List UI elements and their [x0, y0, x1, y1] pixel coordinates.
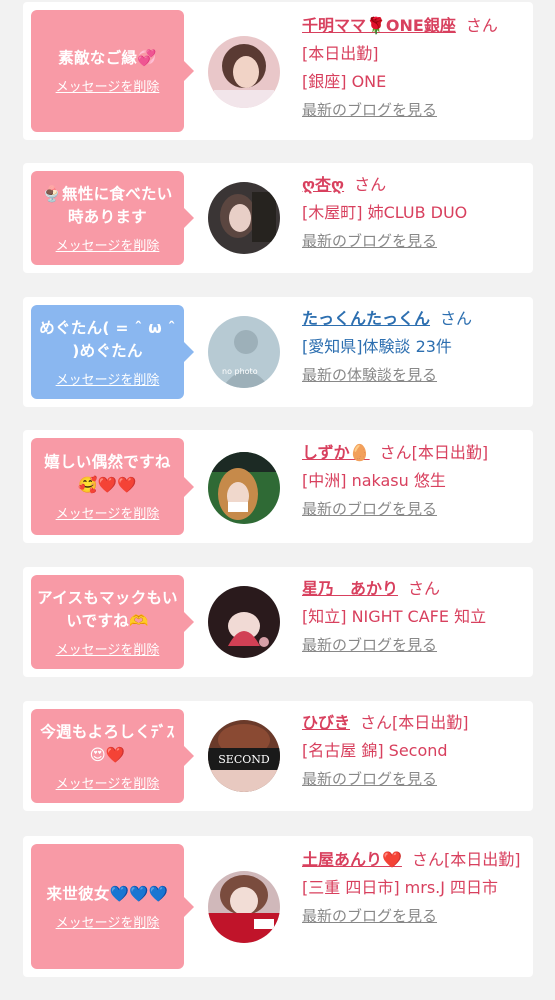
- latest-blog-link[interactable]: 最新のブログを見る: [302, 636, 437, 654]
- delete-message-link[interactable]: メッセージを削除: [56, 773, 160, 792]
- avatar[interactable]: [208, 586, 280, 658]
- work-status: [本日出勤]: [443, 850, 521, 869]
- message-bubble: めぐたん( = ˆ ω ˆ )めぐたん メッセージを削除: [31, 305, 194, 399]
- message-card: 素敵なご縁💞 メッセージを削除 千明ママ🌹ONE銀座 さん [本日出勤] [銀座]…: [23, 2, 533, 140]
- honorific: さん: [411, 850, 444, 869]
- message-card: 来世彼女💙💙💙 メッセージを削除 土屋あんり❤️ さん[本日出勤] [三重 四日市…: [23, 836, 533, 977]
- work-status: [本日出勤]: [411, 443, 489, 462]
- message-card: めぐたん( = ˆ ω ˆ )めぐたん メッセージを削除 no photo たっ…: [23, 297, 533, 407]
- user-name-link[interactable]: 土屋あんり❤️: [302, 850, 402, 869]
- honorific: さん: [465, 16, 498, 35]
- user-name-link[interactable]: 星乃 あかり: [302, 579, 398, 598]
- workplace-link[interactable]: [木屋町] 姉CLUB DUO: [302, 203, 467, 222]
- message-bubble: 今週もよろしくﾃﾞｽ😍❤️ メッセージを削除: [31, 709, 194, 803]
- message-bubble: アイスもマックもいいですね🫶 メッセージを削除: [31, 575, 194, 669]
- message-card: 🍨無性に食べたい時あります メッセージを削除 ღ杏ღ さん [木屋町] 姉CLUB…: [23, 163, 533, 273]
- latest-blog-link[interactable]: 最新のブログを見る: [302, 770, 437, 788]
- message-bubble: 🍨無性に食べたい時あります メッセージを削除: [31, 171, 194, 265]
- workplace-link[interactable]: [銀座] ONE: [302, 72, 386, 91]
- avatar[interactable]: [208, 182, 280, 254]
- delete-message-link[interactable]: メッセージを削除: [56, 912, 160, 931]
- avatar[interactable]: [208, 871, 280, 943]
- work-status: [本日出勤]: [392, 713, 469, 732]
- workplace-link[interactable]: [名古屋 錦] Second: [302, 741, 448, 760]
- avatar[interactable]: [208, 36, 280, 108]
- message-card: 今週もよろしくﾃﾞｽ😍❤️ メッセージを削除 SECOND ひびき さん[本日出勤…: [23, 701, 533, 811]
- workplace-link[interactable]: [三重 四日市] mrs.J 四日市: [302, 878, 498, 897]
- honorific: さん: [408, 579, 441, 598]
- delete-message-link[interactable]: メッセージを削除: [56, 503, 160, 522]
- message-bubble: 素敵なご縁💞 メッセージを削除: [31, 10, 194, 132]
- avatar[interactable]: SECOND: [208, 720, 280, 792]
- message-card: アイスもマックもいいですね🫶 メッセージを削除 星乃 あかり さん [知立] NI…: [23, 567, 533, 677]
- workplace-link[interactable]: [知立] NIGHT CAFE 知立: [302, 607, 486, 626]
- honorific: さん: [360, 713, 393, 732]
- latest-blog-link[interactable]: 最新のブログを見る: [302, 500, 437, 518]
- honorific: さん: [354, 175, 387, 194]
- workplace-link[interactable]: [愛知県]体験談 23件: [302, 337, 452, 356]
- delete-message-link[interactable]: メッセージを削除: [56, 235, 160, 254]
- latest-blog-link[interactable]: 最新のブログを見る: [302, 907, 437, 925]
- message-bubble: 嬉しい偶然ですね🥰❤️❤️ メッセージを削除: [31, 438, 194, 535]
- latest-blog-link[interactable]: 最新のブログを見る: [302, 232, 437, 250]
- avatar-logo-text: SECOND: [218, 753, 270, 766]
- delete-message-link[interactable]: メッセージを削除: [56, 76, 160, 95]
- latest-experience-link[interactable]: 最新の体験談を見る: [302, 366, 437, 384]
- workplace-link[interactable]: [中洲] nakasu 悠生: [302, 471, 446, 490]
- delete-message-link[interactable]: メッセージを削除: [56, 369, 160, 388]
- svg-text:no photo: no photo: [222, 367, 258, 376]
- avatar[interactable]: [208, 452, 280, 524]
- user-name-link[interactable]: しずか🥚: [302, 443, 370, 462]
- message-text: めぐたん( = ˆ ω ˆ )めぐたん: [39, 318, 176, 360]
- user-name-link[interactable]: ひびき: [302, 713, 350, 732]
- message-text: 今週もよろしくﾃﾞｽ😍❤️: [40, 722, 175, 764]
- message-text: 嬉しい偶然ですね🥰❤️❤️: [44, 453, 171, 494]
- user-name-link[interactable]: たっくんたっくん: [302, 309, 430, 328]
- message-card: 嬉しい偶然ですね🥰❤️❤️ メッセージを削除 しずか🥚 さん[本日出勤] [中洲]…: [23, 430, 533, 543]
- message-text: アイスもマックもいいですね🫶: [37, 588, 178, 630]
- avatar[interactable]: no photo: [208, 316, 280, 388]
- user-name-link[interactable]: 千明ママ🌹ONE銀座: [302, 16, 456, 35]
- message-text: 素敵なご縁💞: [58, 49, 157, 67]
- work-status: [本日出勤]: [302, 44, 379, 63]
- message-text: 来世彼女💙💙💙: [46, 884, 169, 903]
- latest-blog-link[interactable]: 最新のブログを見る: [302, 101, 437, 119]
- message-text: 🍨無性に食べたい時あります: [42, 184, 173, 226]
- honorific: さん: [379, 443, 412, 462]
- message-bubble: 来世彼女💙💙💙 メッセージを削除: [31, 844, 194, 969]
- delete-message-link[interactable]: メッセージを削除: [56, 639, 160, 658]
- message-list: 素敵なご縁💞 メッセージを削除 千明ママ🌹ONE銀座 さん [本日出勤] [銀座]…: [0, 0, 555, 1000]
- honorific: さん: [440, 309, 473, 328]
- user-name-link[interactable]: ღ杏ღ: [302, 175, 344, 194]
